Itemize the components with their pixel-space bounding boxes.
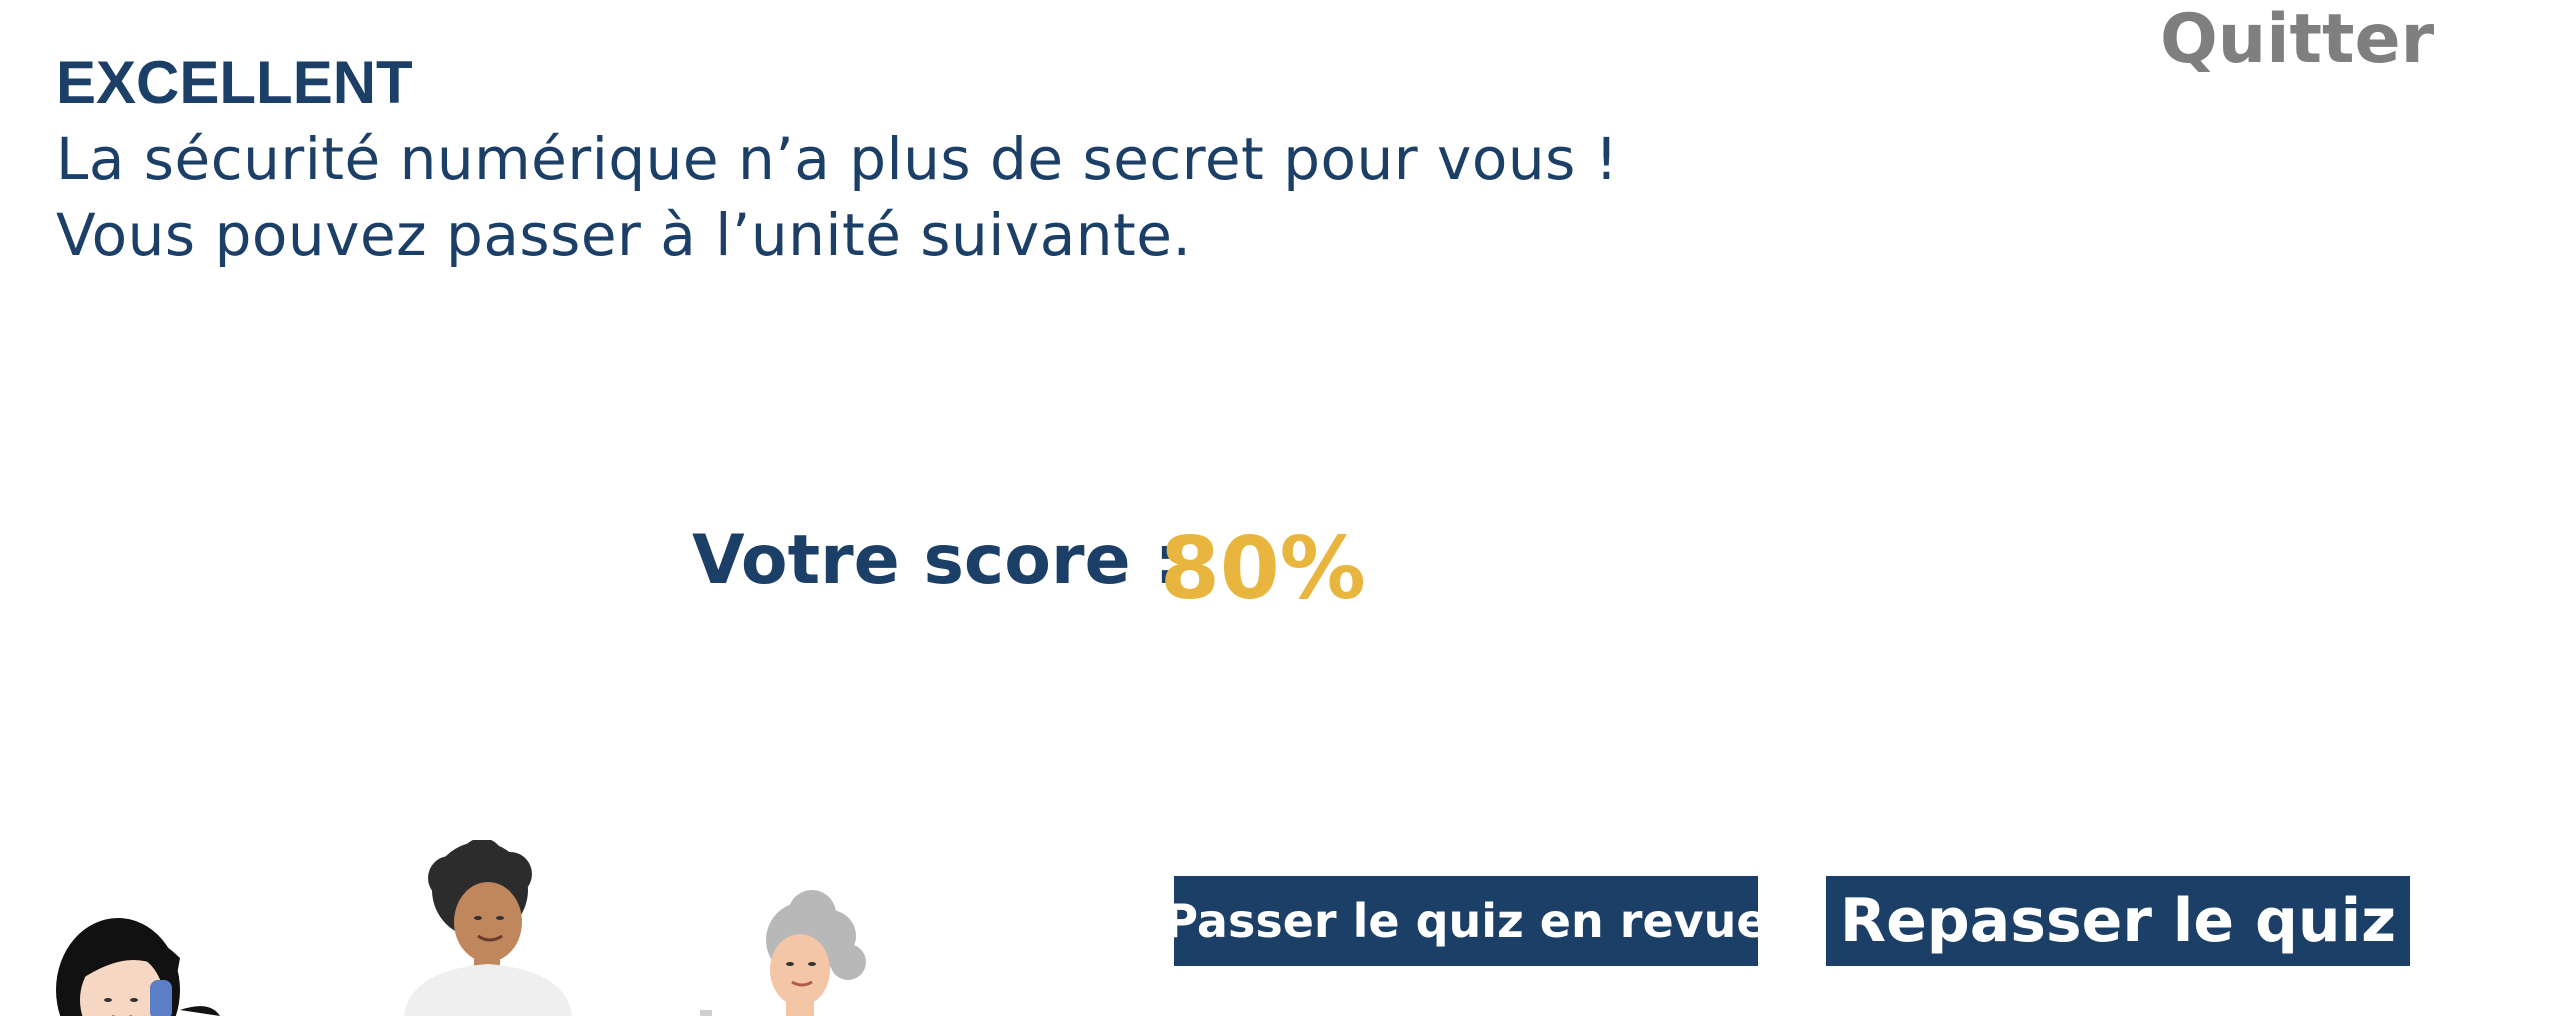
result-message-line-1: La sécurité numérique n’a plus de secret… [56, 125, 1619, 193]
quiz-result-page: Quitter EXCELLENT La sécurité numérique … [0, 0, 2562, 1016]
result-message-line-2: Vous pouvez passer à l’unité suivante. [56, 201, 1192, 269]
result-heading: EXCELLENT [56, 49, 413, 116]
score-label: Votre score : [692, 521, 1182, 600]
woman-phone-figure [56, 918, 220, 1016]
quit-button[interactable]: Quitter [2160, 0, 2434, 80]
people-illustration [56, 840, 866, 1016]
retake-quiz-button[interactable]: Repasser le quiz [1826, 876, 2410, 966]
review-quiz-button[interactable]: Passer le quiz en revue [1164, 876, 1768, 966]
elderly-woman-figure [700, 890, 866, 1016]
man-figure [404, 840, 572, 1016]
score-value: 80% [1160, 519, 1366, 619]
